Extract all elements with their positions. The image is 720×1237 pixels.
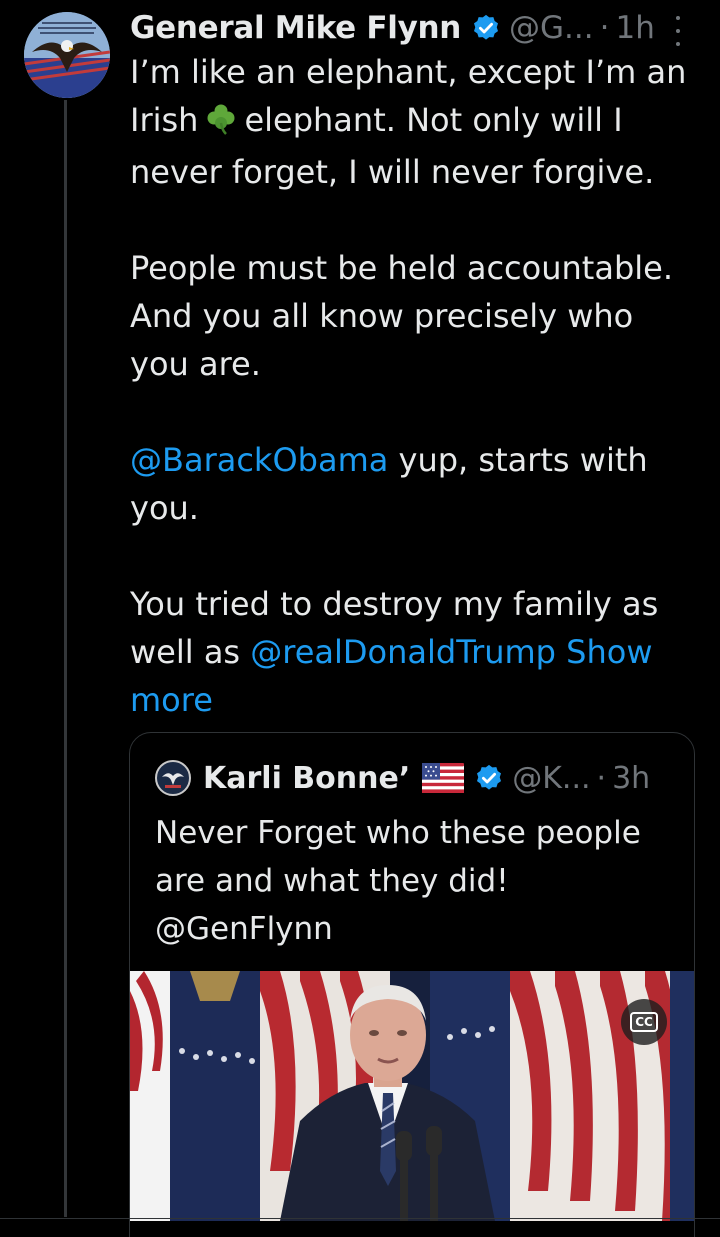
post-paragraph-1: I’m like an elephant, except I’m an Iris…: [130, 48, 690, 196]
quoted-post-header: Karli Bonne’ @K... · 3h: [155, 755, 675, 801]
post-paragraph-4: You tried to destroy my family as well a…: [130, 580, 690, 724]
quoted-mention-genflynn[interactable]: @GenFlynn: [155, 911, 333, 947]
speaker-at-podium-video-frame: [130, 971, 694, 1221]
quoted-author-avatar[interactable]: [155, 760, 191, 796]
quoted-text-segment: Never Forget who these people are and wh…: [155, 815, 641, 899]
quoted-post-timestamp[interactable]: 3h: [612, 761, 650, 796]
author-avatar[interactable]: [24, 12, 110, 98]
post-paragraph-3: @BarackObama yup, starts with you.: [130, 436, 690, 532]
quoted-author-display-name[interactable]: Karli Bonne’: [203, 761, 410, 796]
dot-separator: ·: [596, 760, 607, 796]
verified-badge-icon[interactable]: [474, 763, 504, 793]
mention-link-barackobama[interactable]: @BarackObama: [130, 441, 388, 479]
post-header: General Mike Flynn @G... · 1h: [130, 6, 690, 50]
thread-connector-line: [64, 100, 67, 1217]
eagle-badge-icon: [162, 773, 184, 788]
quoted-author-handle[interactable]: @K...: [512, 761, 590, 796]
post-paragraph-2: People must be held accountable. And you…: [130, 249, 673, 383]
quoted-video-thumbnail[interactable]: CC: [130, 971, 694, 1221]
verified-badge-icon[interactable]: [471, 13, 501, 43]
author-handle[interactable]: @G...: [509, 6, 594, 50]
post-thread-view: General Mike Flynn @G... · 1h I’m like a…: [0, 0, 720, 1237]
shamrock-emoji-icon: [204, 100, 238, 148]
post-timestamp[interactable]: 1h: [615, 6, 654, 50]
quoted-post-card[interactable]: Karli Bonne’ @K... · 3h Never Forget who…: [129, 732, 695, 1237]
post-body: I’m like an elephant, except I’m an Iris…: [130, 48, 690, 724]
eagle-flag-avatar-image: [24, 12, 110, 98]
cc-icon: CC: [630, 1012, 658, 1032]
quoted-post-text: Never Forget who these people are and wh…: [155, 809, 675, 953]
dot-separator: ·: [599, 10, 610, 46]
bottom-divider: [0, 1218, 720, 1219]
more-options-icon[interactable]: [668, 16, 688, 46]
author-display-name[interactable]: General Mike Flynn: [130, 6, 461, 50]
mention-link-realdonaldtrump[interactable]: @realDonaldTrump: [250, 633, 556, 671]
us-flag-emoji-icon: [422, 763, 465, 793]
closed-captions-button[interactable]: CC: [621, 999, 667, 1045]
